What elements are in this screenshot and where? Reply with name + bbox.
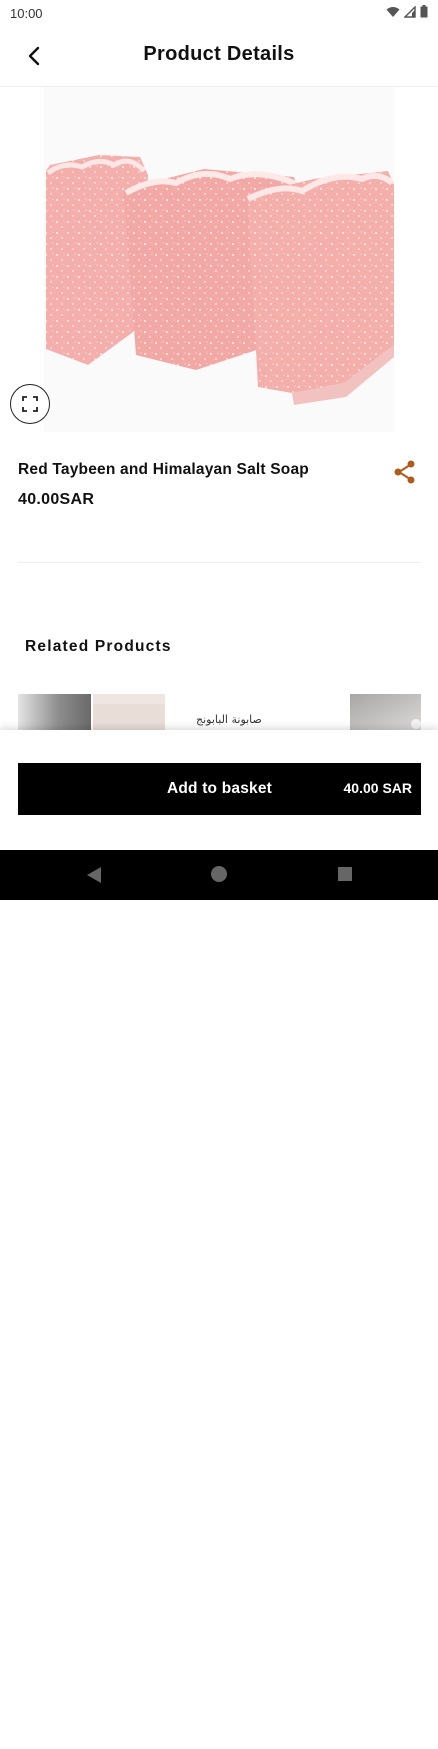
- related-products-carousel[interactable]: صابونة البابونج: [0, 694, 438, 730]
- watermark-text: Free for personal use: [2, 1721, 268, 1749]
- fullscreen-button[interactable]: [10, 384, 50, 424]
- status-bar: 10:00: [0, 0, 438, 28]
- product-name: Red Taybeen and Himalayan Salt Soap: [18, 461, 309, 478]
- nav-home-icon[interactable]: [211, 866, 227, 882]
- product-price: 40.00SAR: [18, 491, 95, 508]
- pink-soap-bars-photo: [44, 87, 394, 432]
- related-product-card[interactable]: [93, 694, 165, 730]
- app-header: Product Details: [0, 28, 438, 84]
- related-products-title: Related Products: [25, 638, 172, 655]
- page-title: Product Details: [143, 43, 295, 65]
- status-icons: [386, 5, 428, 18]
- purchase-panel: Add to basket 40.00 SAR: [0, 730, 438, 850]
- share-button[interactable]: [392, 459, 418, 485]
- gray-product-photo: [18, 694, 91, 730]
- status-time: 10:00: [10, 6, 43, 21]
- share-icon: [394, 460, 415, 484]
- product-image[interactable]: [44, 87, 394, 432]
- gray-product-photo: [350, 694, 421, 730]
- related-product-card[interactable]: [350, 694, 421, 730]
- system-nav-bar: Free for personal use: [0, 850, 438, 1749]
- battery-icon: [420, 5, 428, 18]
- related-product-caption: صابونة البابونج: [196, 713, 262, 726]
- related-product-card[interactable]: صابونة البابونج: [168, 694, 346, 730]
- arabic-text-product-photo: صابونة البابونج: [168, 694, 346, 730]
- beige-product-photo: [93, 694, 165, 730]
- add-to-basket-button[interactable]: Add to basket 40.00 SAR: [18, 763, 421, 815]
- basket-price: 40.00 SAR: [343, 780, 412, 796]
- fullscreen-icon: [22, 396, 38, 412]
- nav-recents-icon[interactable]: [338, 867, 352, 881]
- wifi-icon: [386, 6, 400, 17]
- signal-icon: [404, 5, 416, 18]
- section-divider: [18, 562, 420, 563]
- nav-back-icon[interactable]: [86, 866, 102, 884]
- related-product-card[interactable]: [18, 694, 91, 730]
